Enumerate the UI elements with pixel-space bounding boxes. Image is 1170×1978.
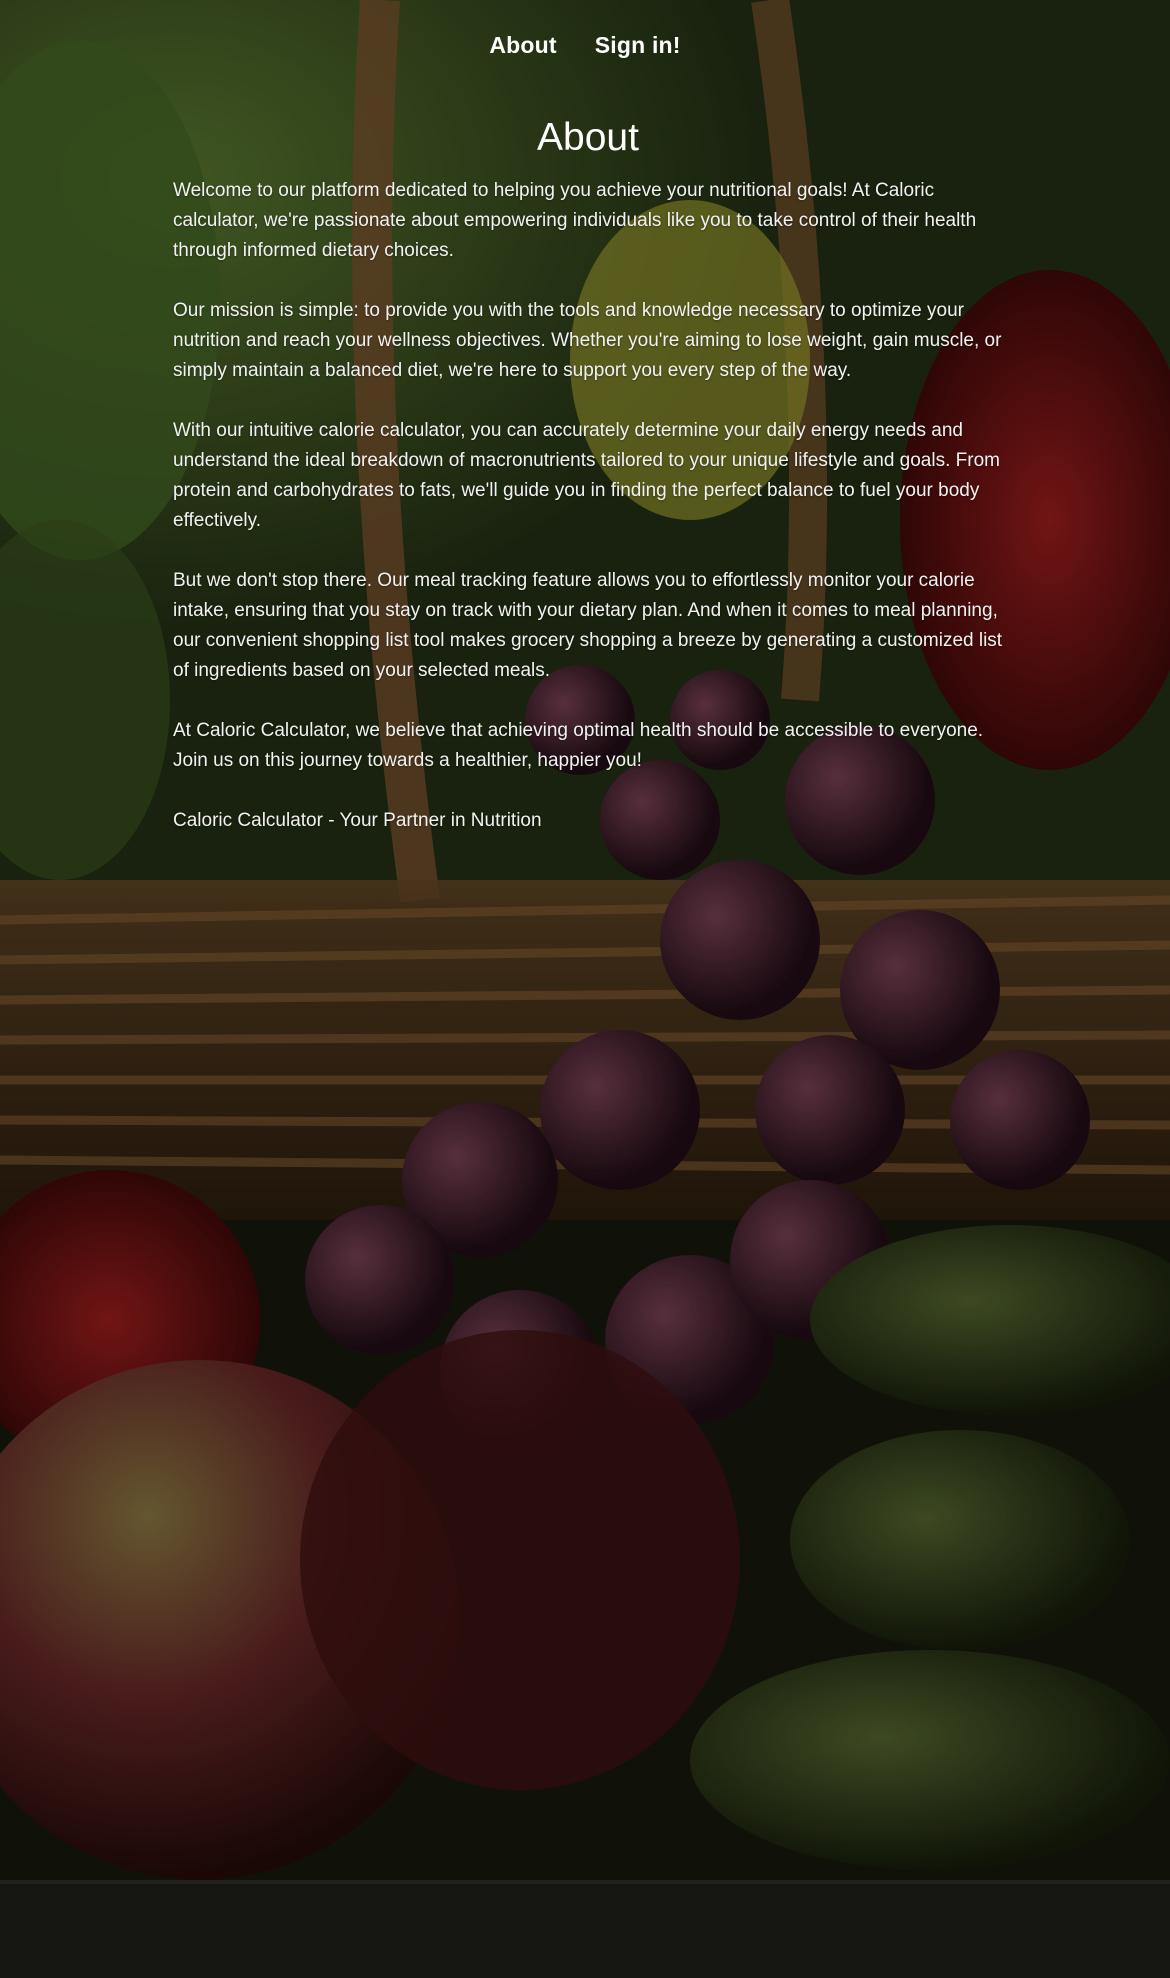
page-title: About (537, 116, 639, 159)
nav-signin-link[interactable]: Sign in! (595, 32, 681, 59)
top-nav: About Sign in! (0, 32, 1170, 59)
about-paragraph-belief: At Caloric Calculator, we believe that a… (173, 720, 984, 771)
about-paragraph-calculator: With our intuitive calorie calculator, y… (173, 420, 1000, 531)
about-paragraph-mission: Our mission is simple: to provide you wi… (173, 300, 1002, 381)
nav-about-link[interactable]: About (489, 32, 556, 59)
about-paragraph-welcome: Welcome to our platform dedicated to hel… (173, 180, 977, 261)
about-section: About Welcome to our platform dedicated … (173, 110, 1003, 866)
about-paragraph-tracking: But we don't stop there. Our meal tracki… (173, 570, 1003, 681)
about-tagline: Caloric Calculator - Your Partner in Nut… (173, 810, 542, 831)
